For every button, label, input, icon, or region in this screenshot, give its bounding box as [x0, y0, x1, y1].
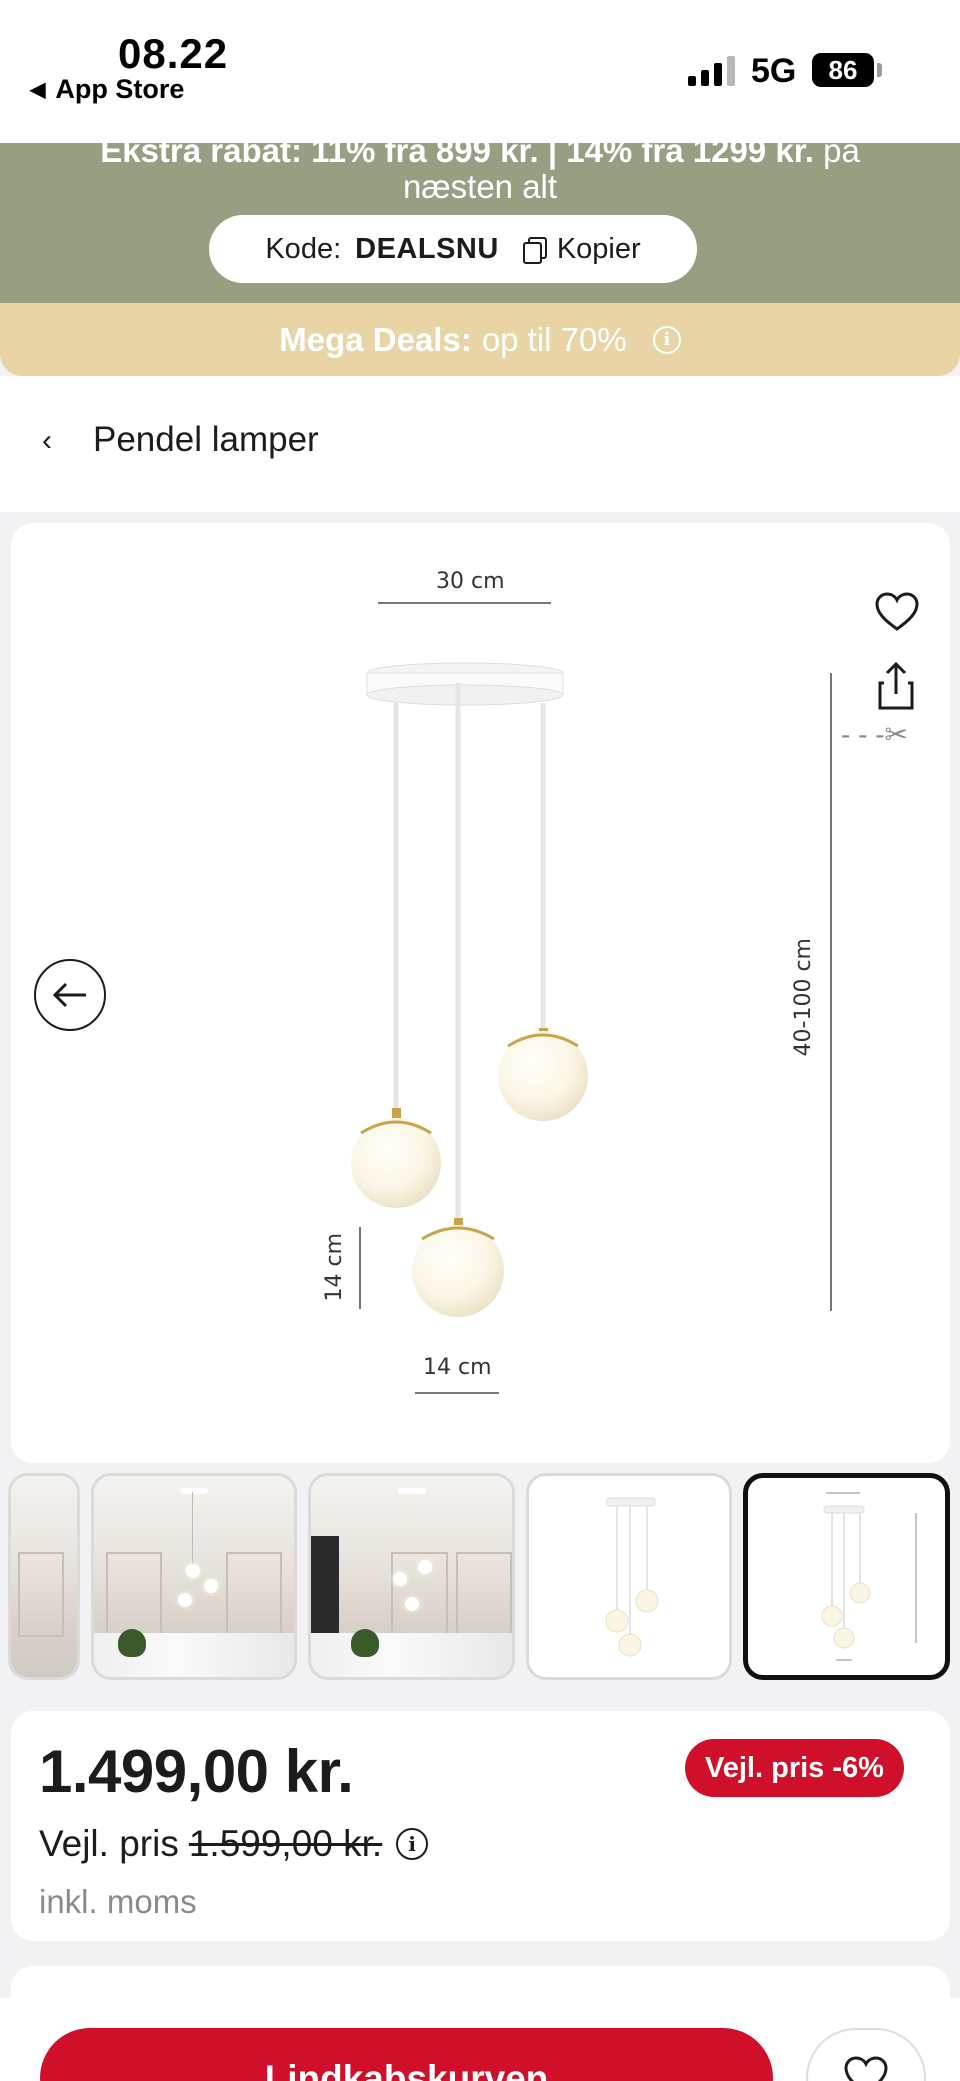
- back-app-label: App Store: [55, 74, 185, 104]
- status-bar: 08.22 ◀ App Store 5G 86: [0, 0, 960, 143]
- promo-text-line2: næsten alt: [402, 168, 558, 205]
- discount-code: DEALSNU: [355, 232, 499, 265]
- heart-icon: [875, 592, 919, 631]
- back-triangle-icon: ◀: [30, 79, 46, 101]
- mega-info-icon[interactable]: i: [652, 325, 681, 354]
- category-back-link[interactable]: Pendel lamper: [93, 420, 319, 460]
- mega-deals-banner[interactable]: Mega Deals: op til 70% i: [0, 303, 960, 376]
- price-card: 1.499,00 kr. Vejl. pris 1.599,00 kr. i i…: [11, 1711, 950, 1941]
- room-photo: [311, 1476, 512, 1677]
- scissors-icon: - - -✂: [841, 719, 908, 750]
- status-time: 08.22: [118, 30, 229, 77]
- favorite-button[interactable]: [861, 576, 933, 648]
- dimension-width-top: 30 cm: [436, 569, 505, 594]
- arrow-left-icon: [52, 982, 86, 1008]
- mega-deals-bold: Mega Deals:: [279, 320, 472, 358]
- signal-icon: [688, 56, 735, 86]
- previous-image-button[interactable]: [34, 959, 106, 1031]
- chevron-left-icon[interactable]: ‹: [42, 424, 52, 458]
- room-photo: [11, 1476, 77, 1677]
- code-label: Kode:: [265, 232, 342, 265]
- thumbnail-1[interactable]: [8, 1473, 80, 1680]
- promo-text-bold: Ekstra rabat: 11% fra 899 kr. | 14% fra …: [100, 143, 814, 169]
- battery-icon: 86: [812, 53, 874, 87]
- discount-badge: Vejl. pris -6%: [685, 1739, 904, 1797]
- thumbnail-4[interactable]: [526, 1473, 732, 1680]
- promo-banner: Ekstra rabat: 11% fra 899 kr. | 14% fra …: [0, 143, 960, 303]
- breadcrumb-bar: ‹ Pendel lamper: [0, 376, 960, 512]
- reference-price-label: Vejl. pris: [39, 1823, 179, 1864]
- thumbnail-5-active[interactable]: [743, 1473, 950, 1680]
- dimension-globe-width: 14 cm: [423, 1355, 492, 1380]
- product-image-gallery[interactable]: 30 cm 40-100 cm 14 cm 14 cm - - -✂: [11, 523, 950, 1463]
- product-photo: [605, 1497, 659, 1657]
- dimension-drawing: [821, 1492, 917, 1661]
- dimension-globe-height: 14 cm: [322, 1233, 347, 1302]
- share-icon: [878, 661, 914, 710]
- thumbnail-2[interactable]: [91, 1473, 297, 1680]
- heart-icon: [844, 2056, 888, 2081]
- promo-text: Ekstra rabat: 11% fra 899 kr. | 14% fra …: [0, 143, 960, 205]
- back-to-app-link[interactable]: ◀ App Store: [30, 74, 184, 105]
- thumbnail-3[interactable]: [308, 1473, 515, 1680]
- add-to-cart-button[interactable]: Lindkabskurven: [40, 2028, 773, 2081]
- reference-price: 1.599,00 kr.: [188, 1823, 383, 1864]
- mega-deals-text: op til 70%: [481, 320, 627, 358]
- copy-label: Kopier: [556, 232, 641, 265]
- dimension-height-range: 40-100 cm: [791, 938, 816, 1057]
- product-price: 1.499,00 kr.: [39, 1738, 354, 1805]
- room-photo: [94, 1476, 294, 1677]
- promo-text-rest: på: [813, 143, 860, 169]
- network-type: 5G: [751, 52, 797, 90]
- copy-icon: [522, 237, 547, 264]
- battery-tip: [877, 63, 882, 77]
- thumbnail-strip: [0, 1473, 960, 1683]
- discount-code-pill[interactable]: Kode: DEALSNU Kopier: [209, 215, 697, 283]
- reference-price-row: Vejl. pris 1.599,00 kr. i: [39, 1823, 429, 1865]
- price-info-icon[interactable]: i: [396, 1828, 429, 1860]
- vat-note: inkl. moms: [39, 1883, 197, 1920]
